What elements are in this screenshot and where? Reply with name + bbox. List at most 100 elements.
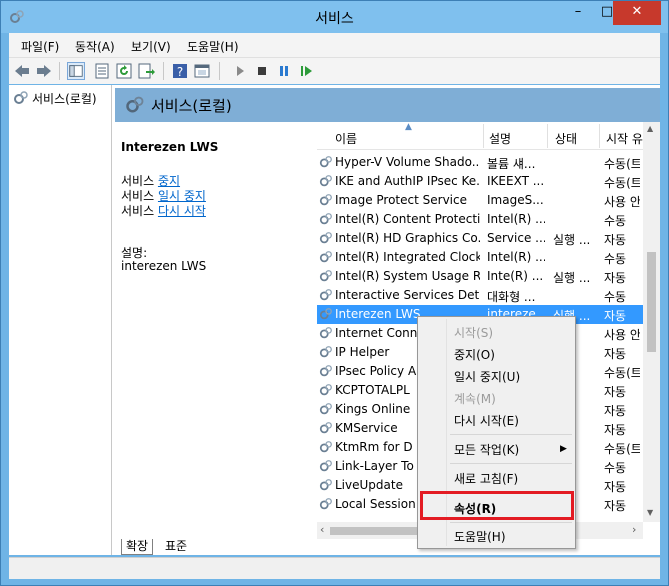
help-icon[interactable]: ?	[171, 62, 189, 80]
table-row[interactable]: Intel(R) Integrated Clock... Intel(R) ...…	[317, 248, 660, 267]
horizontal-scroll-thumb[interactable]	[330, 527, 420, 535]
service-gear-icon	[319, 422, 332, 434]
service-name-cell: Image Protect Service	[335, 193, 467, 207]
service-status-cell: 실행 ...	[553, 271, 591, 285]
menu-action[interactable]: 동작(A)	[75, 38, 115, 55]
service-gear-icon	[319, 289, 332, 301]
service-gear-icon	[319, 270, 332, 282]
start-service-icon[interactable]	[231, 62, 249, 80]
menu-item-refresh[interactable]: 새로 고침(F)	[454, 470, 518, 487]
table-row[interactable]: Interactive Services Det... 대화형 ... 수동	[317, 286, 660, 305]
service-description-cell: 대화형 ...	[487, 290, 536, 304]
scroll-right-icon[interactable]: ›	[632, 523, 636, 536]
menu-file[interactable]: 파일(F)	[21, 38, 59, 55]
stop-service-icon[interactable]	[253, 62, 271, 80]
menu-view[interactable]: 보기(V)	[131, 38, 171, 55]
service-startup-cell: 자동	[604, 404, 627, 418]
scroll-down-icon[interactable]: ▼	[647, 508, 653, 517]
tree-item-services-local[interactable]: 서비스(로컬)	[13, 90, 97, 107]
service-detail-pane: Interezen LWS 서비스 중지 서비스 일시 중지 서비스 다시 시작…	[115, 122, 317, 522]
column-header-name[interactable]: 이름	[335, 130, 357, 147]
tab-standard[interactable]: 표준	[161, 539, 191, 555]
table-row[interactable]: Intel(R) HD Graphics Co... Service ... 실행 …	[317, 229, 660, 248]
export-list-icon[interactable]	[137, 62, 155, 80]
service-startup-cell: 자동	[604, 423, 627, 437]
service-gear-icon	[319, 365, 332, 377]
properties-highlight-box	[420, 491, 574, 520]
column-divider[interactable]	[483, 124, 484, 148]
column-divider[interactable]	[599, 124, 600, 148]
service-gear-icon	[319, 384, 332, 396]
service-startup-cell: 수동(트	[604, 366, 640, 380]
sort-ascending-icon: ▲	[405, 122, 412, 132]
column-divider[interactable]	[547, 124, 548, 148]
service-gear-icon	[319, 175, 332, 187]
service-startup-cell: 사용 안	[604, 328, 640, 342]
service-gear-icon	[319, 251, 332, 263]
title-bar: 서비스 – □ ✕	[1, 1, 668, 33]
menu-item-all-tasks[interactable]: 모든 작업(K)	[454, 441, 519, 458]
restart-service-icon[interactable]	[297, 62, 315, 80]
back-icon[interactable]	[13, 62, 31, 80]
tree-item-label: 서비스(로컬)	[32, 92, 97, 106]
menu-item-start[interactable]: 시작(S)	[454, 324, 493, 341]
service-description-cell: Inte(R) ...	[487, 269, 544, 283]
vertical-scrollbar[interactable]: ▲ ▼	[643, 122, 660, 522]
svg-text:?: ?	[177, 65, 183, 79]
properties-icon[interactable]	[93, 62, 111, 80]
service-startup-cell: 수동	[604, 252, 627, 266]
column-header-status[interactable]: 상태	[555, 130, 577, 147]
menu-bar: 파일(F) 동작(A) 보기(V) 도움말(H)	[9, 33, 660, 57]
menu-item-pause[interactable]: 일시 중지(U)	[454, 368, 520, 385]
toolbar-separator	[219, 62, 220, 80]
service-description-cell: IKEEXT ...	[487, 174, 545, 188]
menu-help[interactable]: 도움말(H)	[187, 38, 239, 55]
forward-icon[interactable]	[35, 62, 53, 80]
service-startup-cell: 사용 안	[604, 195, 640, 209]
status-bar	[9, 557, 660, 579]
service-description-cell: Intel(R) ...	[487, 212, 545, 226]
menu-item-help[interactable]: 도움말(H)	[454, 528, 506, 545]
service-gear-icon	[319, 403, 332, 415]
menu-item-restart[interactable]: 다시 시작(E)	[454, 412, 519, 429]
close-button[interactable]: ✕	[613, 1, 661, 25]
scroll-left-icon[interactable]: ‹	[320, 523, 324, 536]
table-row[interactable]: Image Protect Service ImageS... 사용 안	[317, 191, 660, 210]
refresh-icon[interactable]	[115, 62, 133, 80]
service-gear-icon	[319, 232, 332, 244]
scroll-up-icon[interactable]: ▲	[647, 124, 653, 133]
service-gear-icon	[319, 498, 332, 510]
service-description-cell: Intel(R) ...	[487, 250, 545, 264]
service-gear-icon	[319, 460, 332, 472]
table-row[interactable]: Hyper-V Volume Shado... 볼륨 섀... 수동(트	[317, 153, 660, 172]
service-description-cell: 볼륨 섀...	[487, 157, 536, 171]
pause-service-link[interactable]: 일시 중지	[158, 189, 206, 203]
vertical-scroll-thumb[interactable]	[647, 252, 656, 352]
service-name-cell: Interactive Services Det...	[335, 288, 480, 302]
show-hide-tree-icon[interactable]	[67, 62, 85, 80]
stop-service-link[interactable]: 중지	[158, 174, 180, 188]
column-header-description[interactable]: 설명	[489, 130, 511, 147]
service-name-cell: Intel(R) HD Graphics Co...	[335, 231, 480, 245]
minimize-button[interactable]: –	[562, 1, 594, 25]
menu-separator	[450, 434, 572, 435]
selected-service-name: Interezen LWS	[121, 140, 219, 154]
toolbar-separator	[163, 62, 164, 80]
pause-service-icon[interactable]	[275, 62, 293, 80]
service-startup-cell: 자동	[604, 309, 627, 323]
table-row[interactable]: Intel(R) Content Protecti... Intel(R) ...…	[317, 210, 660, 229]
service-gear-icon	[319, 213, 332, 225]
column-header-startup-type[interactable]: 시작 유	[606, 130, 643, 147]
toolbar-separator	[59, 62, 60, 80]
menu-separator	[450, 522, 572, 523]
menu-item-resume[interactable]: 계속(M)	[454, 390, 496, 407]
restart-service-link[interactable]: 다시 시작	[158, 204, 206, 218]
services-panel: 서비스(로컬) Interezen LWS 서비스 중지 서비스 일시 중지 서…	[115, 88, 660, 555]
tab-extended[interactable]: 확장	[121, 539, 154, 555]
service-gear-icon	[319, 156, 332, 168]
table-row[interactable]: Intel(R) System Usage R... Inte(R) ... 실행 …	[317, 267, 660, 286]
service-description-cell: Service ...	[487, 231, 545, 245]
console-icon[interactable]	[193, 62, 211, 80]
menu-item-stop[interactable]: 중지(O)	[454, 346, 495, 363]
table-row[interactable]: IKE and AuthIP IPsec Ke... IKEEXT ... 수동(트	[317, 172, 660, 191]
